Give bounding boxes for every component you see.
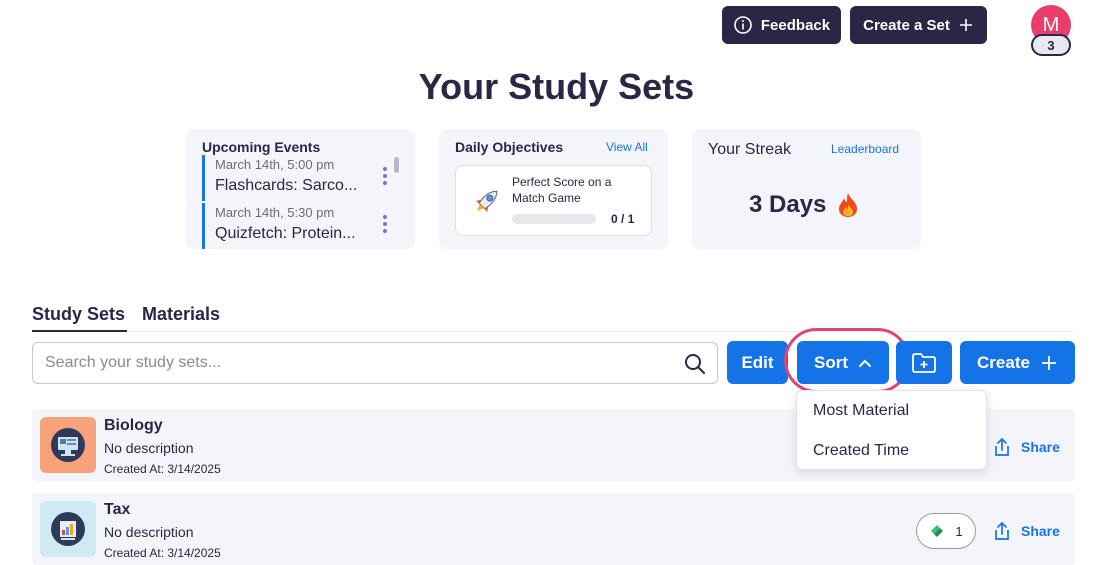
search-box <box>32 342 718 384</box>
edit-label: Edit <box>741 352 774 372</box>
plus-icon <box>959 19 972 31</box>
plus-icon <box>1041 355 1056 370</box>
computer-icon <box>51 428 85 462</box>
rocket-icon <box>475 190 498 213</box>
feedback-button[interactable]: Feedback <box>722 6 841 44</box>
set-thumbnail <box>40 501 96 557</box>
objective-progress-text: 0 / 1 <box>611 212 635 226</box>
create-label: Create <box>977 352 1030 372</box>
event-item[interactable]: March 14th, 5:30 pm Quizfetch: Protein..… <box>202 203 396 249</box>
share-icon <box>995 437 1009 456</box>
search-input[interactable] <box>45 343 675 383</box>
tab-materials[interactable]: Materials <box>142 304 220 325</box>
upcoming-events-card: Upcoming Events March 14th, 5:00 pm Flas… <box>186 129 415 249</box>
create-set-label: Create a Set <box>863 16 950 34</box>
daily-objectives-title: Daily Objectives <box>455 139 564 155</box>
set-description: No description <box>104 524 194 540</box>
material-count-badge[interactable]: 1 <box>916 513 976 549</box>
event-title: Quizfetch: Protein... <box>215 225 356 242</box>
create-button[interactable]: Create <box>960 341 1075 384</box>
study-set-row[interactable]: Tax No description Created At: 3/14/2025… <box>32 493 1075 565</box>
active-tab-indicator <box>32 330 127 332</box>
share-icon <box>995 521 1009 540</box>
event-title: Flashcards: Sarco... <box>215 177 358 194</box>
new-folder-button[interactable] <box>896 341 952 384</box>
objective-item[interactable]: Perfect Score on a Match Game 0 / 1 <box>455 165 652 236</box>
set-thumbnail <box>40 417 96 473</box>
set-title: Biology <box>104 417 163 434</box>
streak-card: Your Streak Leaderboard 3 Days <box>692 129 921 249</box>
material-count: 1 <box>955 523 963 539</box>
tax-chart-icon <box>51 512 85 546</box>
sort-option-created-time[interactable]: Created Time <box>813 442 909 460</box>
sort-dropdown-menu: Most Material Created Time <box>796 390 987 470</box>
share-button[interactable]: Share <box>992 521 1060 541</box>
edit-button[interactable]: Edit <box>727 341 788 384</box>
set-created-date: Created At: 3/14/2025 <box>104 462 221 476</box>
streak-title: Your Streak <box>708 141 792 158</box>
tab-study-sets[interactable]: Study Sets <box>32 304 125 325</box>
set-created-date: Created At: 3/14/2025 <box>104 546 221 560</box>
event-item[interactable]: March 14th, 5:00 pm Flashcards: Sarco... <box>202 155 396 201</box>
event-time: March 14th, 5:00 pm <box>215 157 335 172</box>
create-set-button[interactable]: Create a Set <box>850 6 987 44</box>
share-button[interactable]: Share <box>992 437 1060 457</box>
share-label: Share <box>1021 439 1060 455</box>
set-description: No description <box>104 440 194 456</box>
highlight-ring <box>784 328 910 393</box>
info-icon <box>734 16 752 34</box>
flashcard-icon <box>931 525 944 537</box>
tab-divider <box>32 331 1075 332</box>
fire-icon <box>839 193 857 217</box>
sort-option-most-material[interactable]: Most Material <box>813 402 909 420</box>
leaderboard-link[interactable]: Leaderboard <box>831 142 899 156</box>
set-title: Tax <box>104 501 131 518</box>
upcoming-events-title: Upcoming Events <box>202 139 321 155</box>
share-label: Share <box>1021 523 1060 539</box>
more-options-icon[interactable] <box>383 167 387 188</box>
daily-objectives-card: Daily Objectives View All Perfect Score … <box>439 129 668 249</box>
view-all-link[interactable]: View All <box>606 140 648 154</box>
streak-value: 3 Days <box>749 191 827 218</box>
more-options-icon[interactable] <box>383 215 387 236</box>
folder-plus-icon <box>912 352 936 373</box>
objective-progress-bar <box>512 214 596 224</box>
avatar-badge: 3 <box>1031 34 1071 56</box>
event-time: March 14th, 5:30 pm <box>215 205 335 220</box>
objective-title: Perfect Score on a Match Game <box>512 175 612 205</box>
page-title: Your Study Sets <box>418 66 695 107</box>
feedback-label: Feedback <box>760 16 831 34</box>
search-icon[interactable] <box>684 353 706 375</box>
